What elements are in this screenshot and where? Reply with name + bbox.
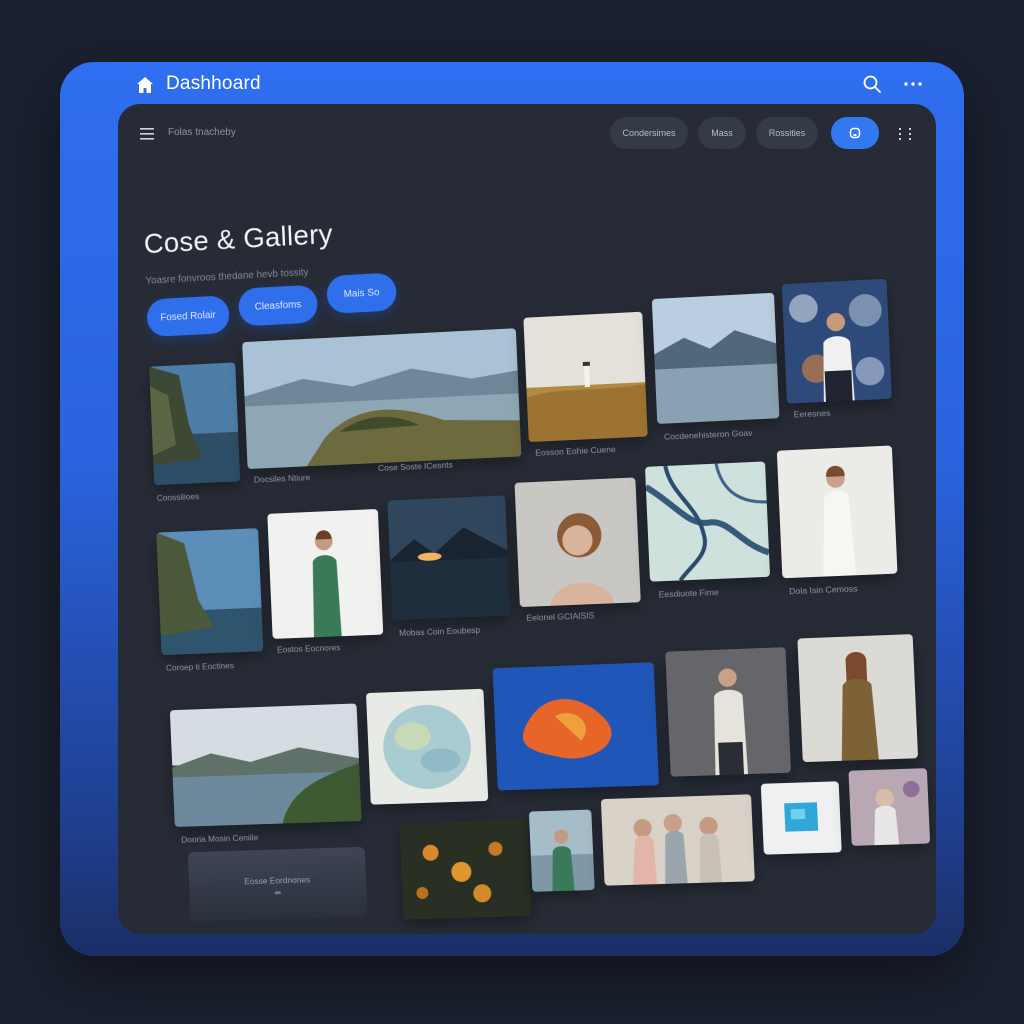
action-button-1[interactable]: Fosed Rolair bbox=[146, 295, 230, 337]
gallery-image-woman-white-dress[interactable] bbox=[777, 445, 898, 578]
gallery-image-orange-flowers[interactable] bbox=[399, 820, 531, 920]
gallery-image-child-painting[interactable] bbox=[848, 768, 930, 846]
caption: Eosson Eohie Cuene bbox=[535, 444, 616, 458]
gallery-image-cliff-sea[interactable] bbox=[149, 362, 240, 485]
gallery-image-lake-panorama[interactable] bbox=[242, 328, 521, 469]
action-button-3[interactable]: Mais So bbox=[326, 272, 397, 313]
title-bar: Dashhoard bbox=[60, 62, 964, 106]
page-subtitle: Yoasre fonvroos thedane hevb tossity bbox=[145, 267, 309, 287]
caption: Docsiles Ntiure bbox=[254, 472, 311, 484]
more-options-icon[interactable] bbox=[902, 74, 924, 94]
caption: Coossilioes bbox=[157, 491, 200, 503]
gallery-image-sunset-reflection[interactable] bbox=[387, 495, 510, 620]
gallery-image-branches-art[interactable] bbox=[645, 461, 770, 581]
caption: Mobas Coin Eoubesp bbox=[399, 625, 480, 638]
gallery-image-woman-blouse[interactable] bbox=[665, 647, 791, 777]
caption: Cocdenehisteron Goav bbox=[664, 428, 753, 442]
caption: Eeresnes bbox=[793, 408, 830, 420]
caption: Dooria Mosin Ceniile bbox=[181, 832, 258, 844]
gallery-panel: Folas tnacheby Condersimes Mass Rossitie… bbox=[118, 104, 936, 934]
gallery-image-fjord[interactable] bbox=[156, 528, 263, 655]
gallery-image-orange-abstract[interactable] bbox=[493, 662, 659, 790]
gallery-stage: Cose & Gallery Yoasre fonvroos thedane h… bbox=[118, 104, 936, 934]
gallery-image-blue-canvas[interactable] bbox=[761, 781, 842, 854]
search-icon[interactable] bbox=[862, 74, 882, 94]
gallery-image-woman-seaside[interactable] bbox=[529, 810, 595, 892]
action-button-2[interactable]: Cleasfoms bbox=[238, 285, 318, 327]
home-icon[interactable] bbox=[136, 76, 154, 94]
gallery-image-lighthouse[interactable] bbox=[523, 312, 647, 442]
gallery-image-woman-green-dress[interactable] bbox=[267, 509, 383, 639]
caption: Eelonel GCIAISIS bbox=[526, 610, 594, 623]
caption: Eesdiuote Fime bbox=[658, 587, 718, 600]
gallery-image-women-group[interactable] bbox=[601, 794, 755, 885]
banner-label: Eosse Eordnones bbox=[244, 874, 310, 886]
promo-banner[interactable]: Eosse Eordnones bbox=[188, 847, 368, 922]
gallery-image-abstract-map[interactable] bbox=[366, 689, 488, 805]
page-title: Cose & Gallery bbox=[143, 218, 333, 260]
caption: Eostos Eocnores bbox=[277, 642, 341, 654]
caption: Coroep ti Eoctines bbox=[166, 660, 234, 673]
gallery-image-green-coast[interactable] bbox=[170, 703, 362, 827]
caption: Dola Isin Cemoss bbox=[789, 583, 858, 596]
banner-indicator bbox=[275, 891, 281, 894]
gallery-image-portrait-curly-hair[interactable] bbox=[515, 477, 641, 607]
gallery-image-mountain-lake[interactable] bbox=[652, 293, 780, 424]
app-window: Dashhoard Folas tnacheby Condersimes Mas… bbox=[60, 62, 964, 956]
app-title: Dashhoard bbox=[166, 73, 261, 95]
gallery-image-woman-brown-top[interactable] bbox=[797, 634, 918, 762]
caption: Cose Soste ICesnts bbox=[378, 460, 453, 473]
gallery-image-portrait-mural[interactable] bbox=[782, 279, 892, 404]
